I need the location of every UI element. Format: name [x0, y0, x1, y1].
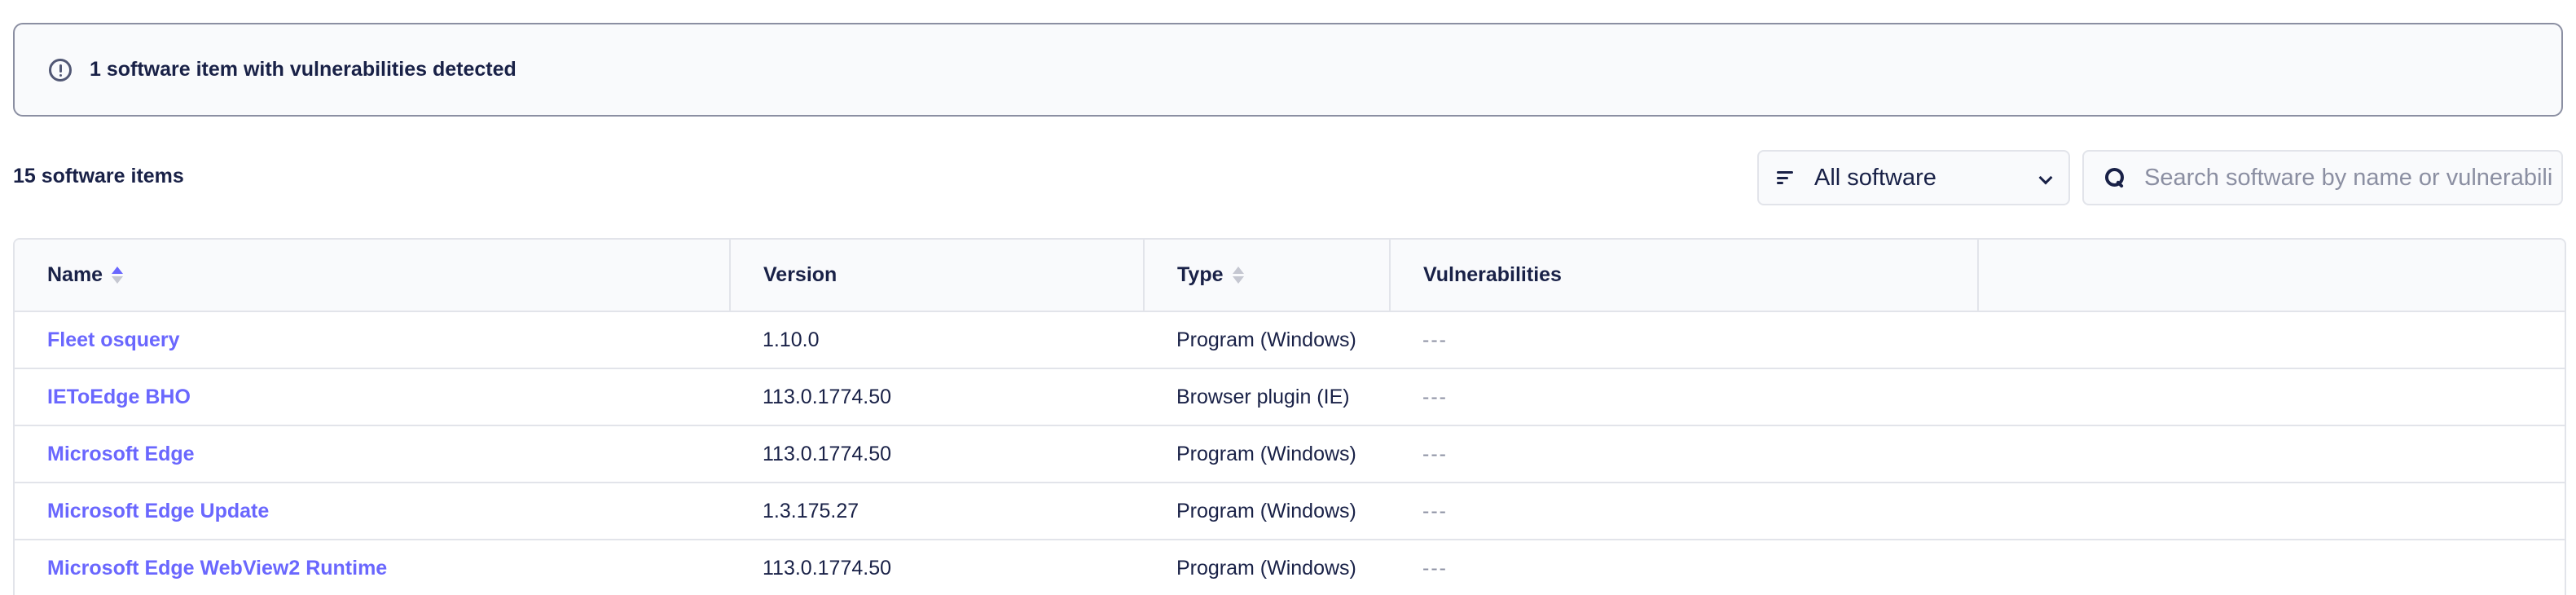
- table-row: IEToEdge BHO 113.0.1774.50 Browser plugi…: [15, 368, 2565, 426]
- search-box[interactable]: [2082, 150, 2563, 205]
- sort-asc-icon[interactable]: [111, 266, 124, 284]
- cell-vulnerabilities: ---: [1390, 368, 1978, 426]
- software-page: 1 software item with vulnerabilities det…: [0, 0, 2576, 595]
- cell-version: 113.0.1774.50: [730, 425, 1144, 483]
- software-name-link[interactable]: Microsoft Edge Update: [47, 500, 269, 522]
- cell-version: 113.0.1774.50: [730, 368, 1144, 426]
- table-row: Microsoft Edge Update 1.3.175.27 Program…: [15, 483, 2565, 540]
- cell-name: Microsoft Edge Update: [15, 483, 730, 540]
- software-name-link[interactable]: Microsoft Edge WebView2 Runtime: [47, 557, 387, 580]
- cell-actions: [1978, 368, 2565, 426]
- column-label: Name: [47, 263, 103, 286]
- software-count: 15 software items: [13, 165, 184, 187]
- cell-vulnerabilities: ---: [1390, 483, 1978, 540]
- cell-vulnerabilities: ---: [1390, 540, 1978, 595]
- cell-vulnerabilities: ---: [1390, 425, 1978, 483]
- column-header-name[interactable]: Name: [15, 240, 731, 312]
- software-filter-dropdown[interactable]: All software: [1757, 150, 2070, 205]
- table-header-row: Name Version Type Vulnerabilities: [15, 240, 2565, 312]
- cell-type: Program (Windows): [1144, 540, 1390, 595]
- cell-actions: [1978, 311, 2565, 369]
- column-label: Version: [763, 263, 837, 286]
- software-table: Name Version Type Vulnerabilities Fleet …: [13, 238, 2566, 595]
- software-name-link[interactable]: Fleet osquery: [47, 328, 180, 351]
- filter-lines-icon: [1777, 170, 1793, 185]
- column-header-actions: [1978, 240, 2565, 312]
- cell-actions: [1978, 540, 2565, 595]
- cell-type: Browser plugin (IE): [1144, 368, 1390, 426]
- search-input[interactable]: [2144, 164, 2552, 192]
- column-label: Vulnerabilities: [1423, 263, 1562, 286]
- cell-type: Program (Windows): [1144, 425, 1390, 483]
- cell-type: Program (Windows): [1144, 311, 1390, 369]
- cell-type: Program (Windows): [1144, 483, 1390, 540]
- cell-version: 1.3.175.27: [730, 483, 1144, 540]
- vulnerability-banner: 1 software item with vulnerabilities det…: [13, 23, 2563, 117]
- cell-name: IEToEdge BHO: [15, 368, 730, 426]
- table-row: Fleet osquery 1.10.0 Program (Windows) -…: [15, 311, 2565, 369]
- cell-vulnerabilities: ---: [1390, 311, 1978, 369]
- filter-selected-value: All software: [1814, 164, 1936, 191]
- table-toolbar: 15 software items All software: [13, 150, 2563, 205]
- column-header-version: Version: [730, 240, 1145, 312]
- search-icon: [2105, 168, 2125, 187]
- table-row: Microsoft Edge WebView2 Runtime 113.0.17…: [15, 540, 2565, 595]
- info-circle-icon: [49, 58, 72, 82]
- table-row: Microsoft Edge 113.0.1774.50 Program (Wi…: [15, 425, 2565, 483]
- column-header-type[interactable]: Type: [1144, 240, 1391, 312]
- cell-actions: [1978, 483, 2565, 540]
- cell-name: Fleet osquery: [15, 311, 730, 369]
- cell-name: Microsoft Edge: [15, 425, 730, 483]
- column-header-vulnerabilities: Vulnerabilities: [1390, 240, 1979, 312]
- cell-version: 1.10.0: [730, 311, 1144, 369]
- chevron-down-icon: [2038, 170, 2053, 185]
- software-name-link[interactable]: Microsoft Edge: [47, 443, 195, 465]
- banner-text: 1 software item with vulnerabilities det…: [90, 58, 517, 81]
- software-name-link[interactable]: IEToEdge BHO: [47, 386, 191, 408]
- sort-icon[interactable]: [1232, 266, 1244, 284]
- column-label: Type: [1177, 263, 1224, 286]
- cell-version: 113.0.1774.50: [730, 540, 1144, 595]
- cell-actions: [1978, 425, 2565, 483]
- cell-name: Microsoft Edge WebView2 Runtime: [15, 540, 730, 595]
